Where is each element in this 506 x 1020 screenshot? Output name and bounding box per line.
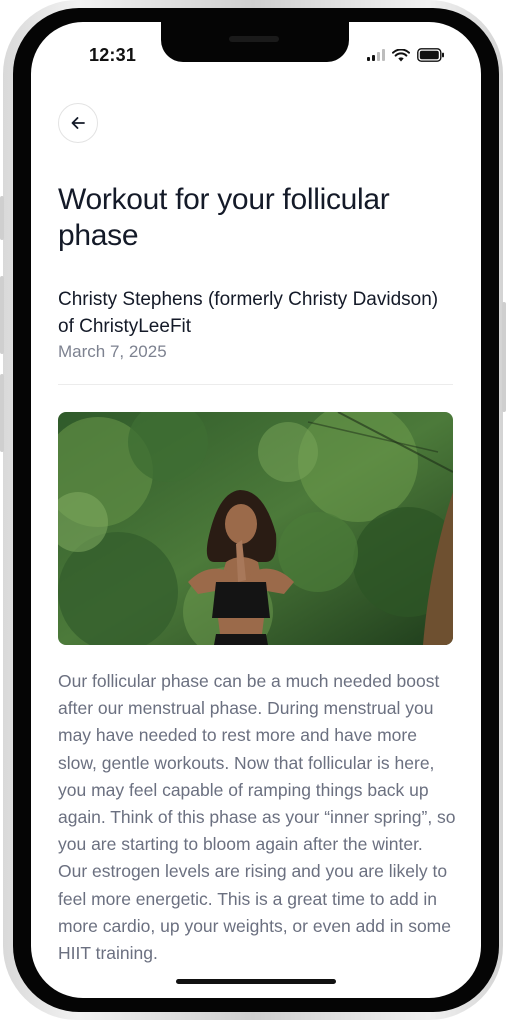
home-indicator[interactable] bbox=[176, 979, 336, 984]
arrow-left-icon bbox=[71, 117, 85, 129]
dynamic-notch bbox=[161, 22, 349, 62]
volume-down-button bbox=[0, 374, 4, 452]
phone-frame: 12:31 Workout for your follicular phase … bbox=[0, 0, 506, 1020]
wifi-icon bbox=[392, 48, 410, 61]
signal-icon bbox=[367, 49, 385, 61]
action-button bbox=[0, 196, 4, 240]
status-time: 12:31 bbox=[89, 45, 137, 65]
status-icons bbox=[367, 48, 445, 62]
article-date: March 7, 2025 bbox=[58, 342, 167, 361]
hero-image bbox=[58, 412, 453, 645]
speaker-grille bbox=[229, 36, 279, 42]
app-screen: 12:31 Workout for your follicular phase … bbox=[31, 22, 481, 998]
divider bbox=[58, 384, 453, 385]
volume-up-button bbox=[0, 276, 4, 354]
article-title: Workout for your follicular phase bbox=[58, 183, 390, 252]
article-body: Our follicular phase can be a much neede… bbox=[58, 671, 456, 964]
article-author: Christy Stephens (formerly Christy David… bbox=[58, 289, 439, 337]
back-button[interactable] bbox=[58, 103, 98, 143]
battery-icon bbox=[417, 48, 444, 62]
power-button bbox=[502, 302, 506, 412]
